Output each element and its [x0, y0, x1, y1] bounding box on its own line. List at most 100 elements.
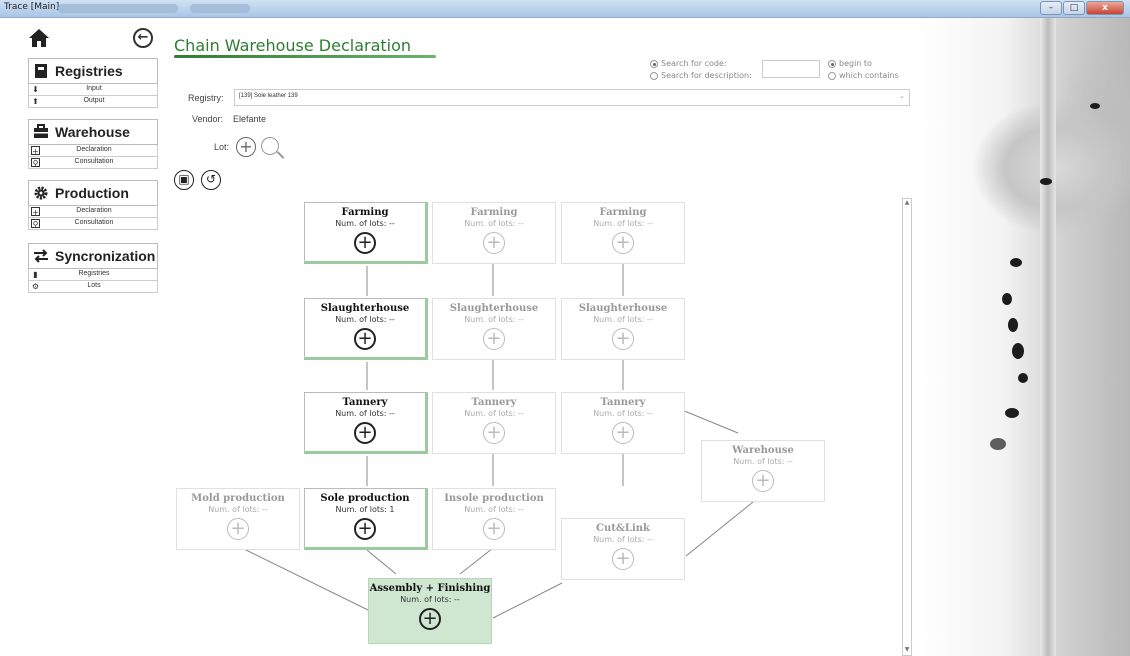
- node-title: Tannery: [342, 397, 388, 408]
- sidebar: ← Registries ⬇ Input ⬆ Output Warehouse …: [0, 18, 168, 656]
- node-tannery[interactable]: Tannery Num. of lots: -- +: [432, 392, 556, 454]
- add-lot-button[interactable]: +: [354, 518, 376, 540]
- sidebar-item-label: Declaration: [76, 146, 112, 153]
- node-lot-count: Num. of lots: --: [208, 505, 268, 514]
- node-lot-count: Num. of lots: --: [464, 219, 524, 228]
- ant-shape: [1008, 318, 1018, 332]
- window-titlebar: Trace [Main] – □ x: [0, 0, 1130, 18]
- blurred-title-text: [190, 4, 250, 13]
- sidebar-item-sync-lots[interactable]: ⚙ Lots: [28, 281, 158, 293]
- node-lot-count: Num. of lots: 1: [335, 505, 395, 514]
- close-button[interactable]: x: [1086, 1, 1124, 15]
- node-assembly-finishing[interactable]: Assembly + Finishing Num. of lots: -- +: [368, 578, 492, 644]
- node-tannery[interactable]: Tannery Num. of lots: -- +: [304, 392, 428, 454]
- node-farming[interactable]: Farming Num. of lots: -- +: [432, 202, 556, 264]
- sidebar-item-label: Input: [86, 85, 102, 92]
- book-icon: [35, 64, 47, 78]
- ant-shape: [1005, 408, 1019, 418]
- maximize-button[interactable]: □: [1063, 1, 1085, 15]
- node-lot-count: Num. of lots: --: [593, 535, 653, 544]
- sidebar-item-sync-registries[interactable]: ▮ Registries: [28, 269, 158, 281]
- ant-shape: [1040, 178, 1052, 185]
- add-lot-button[interactable]: +: [612, 548, 634, 570]
- node-title: Farming: [341, 207, 389, 218]
- add-lot-button[interactable]: +: [227, 518, 249, 540]
- node-title: Tannery: [471, 397, 517, 408]
- sidebar-item-production-declaration[interactable]: + Declaration: [28, 206, 158, 218]
- sidebar-section-production[interactable]: Production: [28, 180, 158, 206]
- sidebar-item-warehouse-consultation[interactable]: ⚲ Consultation: [28, 157, 158, 169]
- sidebar-item-input[interactable]: ⬇ Input: [28, 84, 158, 96]
- node-title: Slaughterhouse: [578, 303, 668, 314]
- node-slaughterhouse[interactable]: Slaughterhouse Num. of lots: -- +: [304, 298, 428, 360]
- add-lot-button[interactable]: +: [354, 422, 376, 444]
- minimize-button[interactable]: –: [1040, 1, 1062, 15]
- node-title: Farming: [470, 207, 518, 218]
- sidebar-item-label: Consultation: [74, 219, 114, 226]
- sidebar-item-label: Consultation: [74, 158, 114, 165]
- node-lot-count: Num. of lots: --: [733, 457, 793, 466]
- add-lot-button[interactable]: +: [483, 328, 505, 350]
- node-lot-count: Num. of lots: --: [593, 409, 653, 418]
- node-farming[interactable]: Farming Num. of lots: -- +: [561, 202, 685, 264]
- node-title: Mold production: [191, 493, 285, 504]
- node-warehouse[interactable]: Warehouse Num. of lots: -- +: [701, 440, 825, 502]
- node-farming[interactable]: Farming Num. of lots: -- +: [304, 202, 428, 264]
- add-lot-button[interactable]: +: [752, 470, 774, 492]
- add-lot-button[interactable]: +: [483, 518, 505, 540]
- sidebar-section-label: Warehouse: [55, 124, 130, 140]
- back-arrow-icon[interactable]: ←: [133, 28, 153, 48]
- sidebar-item-label: Registries: [78, 270, 110, 277]
- add-lot-button[interactable]: +: [354, 328, 376, 350]
- node-title: Insole production: [444, 493, 544, 504]
- node-title: Warehouse: [732, 445, 794, 456]
- node-slaughterhouse[interactable]: Slaughterhouse Num. of lots: -- +: [561, 298, 685, 360]
- ant-shape: [1090, 103, 1100, 109]
- add-lot-button[interactable]: +: [612, 328, 634, 350]
- node-title: Farming: [599, 207, 647, 218]
- ant-shape: [990, 438, 1006, 450]
- vertical-scrollbar[interactable]: ▲ ▼: [902, 198, 912, 656]
- ant-shape: [1002, 293, 1012, 305]
- node-slaughterhouse[interactable]: Slaughterhouse Num. of lots: -- +: [432, 298, 556, 360]
- ant-shape: [1010, 258, 1022, 267]
- ant-shape: [1018, 373, 1028, 383]
- sidebar-section-label: Production: [55, 185, 129, 201]
- node-title: Slaughterhouse: [449, 303, 539, 314]
- node-lot-count: Num. of lots: --: [593, 315, 653, 324]
- node-tannery[interactable]: Tannery Num. of lots: -- +: [561, 392, 685, 454]
- node-mold-production[interactable]: Mold production Num. of lots: -- +: [176, 488, 300, 550]
- photo-stem: [1040, 18, 1056, 656]
- add-lot-button[interactable]: +: [612, 422, 634, 444]
- node-sole-production[interactable]: Sole production Num. of lots: 1 +: [304, 488, 428, 550]
- decorative-ant-photo: [920, 18, 1130, 656]
- sidebar-item-label: Declaration: [76, 207, 112, 214]
- node-insole-production[interactable]: Insole production Num. of lots: -- +: [432, 488, 556, 550]
- add-lot-button[interactable]: +: [354, 232, 376, 254]
- node-lot-count: Num. of lots: --: [400, 595, 460, 604]
- main-panel: Chain Warehouse Declaration Search for c…: [168, 18, 920, 656]
- node-title: Sole production: [320, 493, 410, 504]
- scroll-down-icon[interactable]: ▼: [903, 646, 911, 655]
- node-title: Cut&Link: [596, 523, 650, 534]
- node-lot-count: Num. of lots: --: [464, 505, 524, 514]
- sidebar-item-output[interactable]: ⬆ Output: [28, 96, 158, 108]
- node-cut-link[interactable]: Cut&Link Num. of lots: -- +: [561, 518, 685, 580]
- add-lot-button[interactable]: +: [419, 608, 441, 630]
- add-lot-button[interactable]: +: [483, 232, 505, 254]
- add-lot-button[interactable]: +: [612, 232, 634, 254]
- sidebar-item-production-consultation[interactable]: ⚲ Consultation: [28, 218, 158, 230]
- node-title: Tannery: [600, 397, 646, 408]
- node-lot-count: Num. of lots: --: [335, 315, 395, 324]
- node-lot-count: Num. of lots: --: [464, 315, 524, 324]
- sidebar-item-warehouse-declaration[interactable]: + Declaration: [28, 145, 158, 157]
- node-title: Slaughterhouse: [320, 303, 410, 314]
- home-icon[interactable]: [28, 28, 50, 48]
- node-lot-count: Num. of lots: --: [593, 219, 653, 228]
- sidebar-section-registries[interactable]: Registries: [28, 58, 158, 84]
- sidebar-section-syncronization[interactable]: Syncronization: [28, 243, 158, 269]
- sidebar-section-warehouse[interactable]: Warehouse: [28, 119, 158, 145]
- add-lot-button[interactable]: +: [483, 422, 505, 444]
- scroll-up-icon[interactable]: ▲: [903, 199, 911, 208]
- node-lot-count: Num. of lots: --: [335, 219, 395, 228]
